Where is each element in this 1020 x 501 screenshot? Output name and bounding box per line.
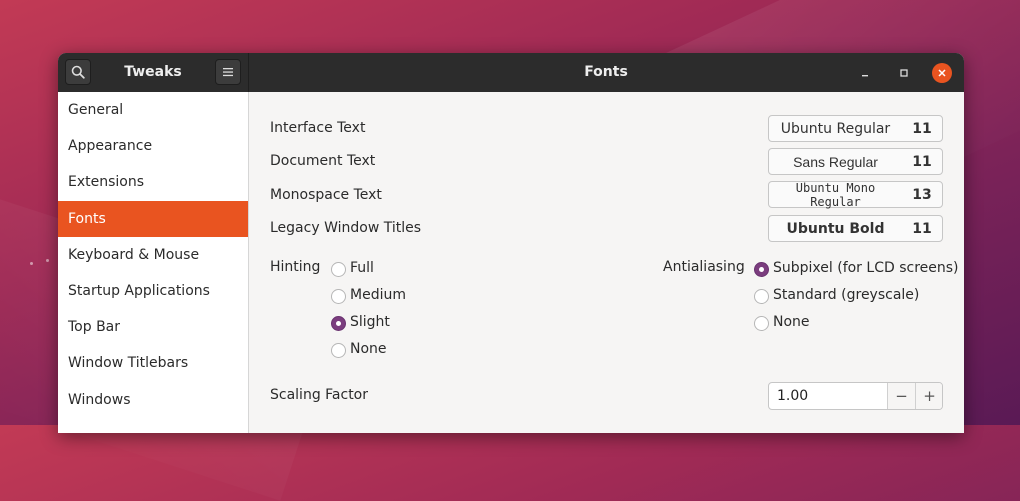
hinting-none-label[interactable]: None bbox=[350, 341, 387, 357]
legacy-window-titles-label: Legacy Window Titles bbox=[270, 220, 422, 236]
hinting-medium-radio[interactable] bbox=[331, 289, 346, 304]
sidebar-item-top-bar[interactable]: Top Bar bbox=[58, 309, 248, 345]
monospace-font-size: 13 bbox=[912, 186, 932, 203]
hinting-full-radio[interactable] bbox=[331, 262, 346, 277]
hamburger-menu-icon bbox=[223, 68, 233, 77]
search-icon bbox=[71, 65, 85, 79]
app-title: Tweaks bbox=[124, 64, 182, 80]
antialiasing-standard-radio[interactable] bbox=[754, 289, 769, 304]
sidebar-item-keyboard-mouse[interactable]: Keyboard & Mouse bbox=[58, 237, 248, 273]
hinting-none-radio[interactable] bbox=[331, 343, 346, 358]
antialiasing-none-label[interactable]: None bbox=[773, 314, 810, 330]
minimize-icon bbox=[862, 75, 868, 77]
sidebar: General Appearance Extensions Fonts Keyb… bbox=[58, 92, 249, 433]
monospace-text-label: Monospace Text bbox=[270, 187, 382, 203]
title-bar: Tweaks Fonts bbox=[58, 53, 964, 93]
document-font-name: Sans Regular bbox=[793, 153, 878, 170]
hinting-slight-label[interactable]: Slight bbox=[350, 314, 390, 330]
maximize-button[interactable] bbox=[894, 63, 914, 83]
scaling-factor-label: Scaling Factor bbox=[270, 387, 369, 403]
close-button[interactable] bbox=[932, 63, 952, 83]
hinting-full-label[interactable]: Full bbox=[350, 260, 374, 276]
sidebar-item-general[interactable]: General bbox=[58, 92, 248, 128]
antialiasing-subpixel-label[interactable]: Subpixel (for LCD screens) bbox=[773, 260, 959, 276]
wallpaper-dot bbox=[30, 262, 33, 265]
maximize-icon bbox=[900, 69, 908, 77]
sidebar-item-window-titlebars[interactable]: Window Titlebars bbox=[58, 345, 248, 381]
sidebar-item-extensions[interactable]: Extensions bbox=[58, 164, 248, 200]
antialiasing-label: Antialiasing bbox=[663, 259, 745, 275]
interface-font-size: 11 bbox=[912, 120, 932, 137]
hinting-medium-label[interactable]: Medium bbox=[350, 287, 406, 303]
legacy-font-size: 11 bbox=[912, 220, 932, 237]
antialiasing-subpixel-radio[interactable] bbox=[754, 262, 769, 277]
monospace-font-button[interactable]: Ubuntu Mono Regular 13 bbox=[768, 180, 943, 209]
legacy-font-name: Ubuntu Bold bbox=[786, 220, 885, 237]
sidebar-header: Tweaks bbox=[58, 53, 249, 92]
search-button[interactable] bbox=[65, 59, 91, 85]
sidebar-item-appearance[interactable]: Appearance bbox=[58, 128, 248, 164]
antialiasing-none-radio[interactable] bbox=[754, 316, 769, 331]
monospace-font-name: Ubuntu Mono Regular bbox=[795, 180, 876, 209]
document-text-label: Document Text bbox=[270, 153, 376, 169]
scaling-factor-spinbutton[interactable]: 1.00 − + bbox=[768, 382, 943, 410]
document-font-size: 11 bbox=[912, 153, 932, 170]
fonts-panel: Interface Text Ubuntu Regular 11 Documen… bbox=[249, 92, 964, 433]
sidebar-item-windows[interactable]: Windows bbox=[58, 382, 248, 418]
tweaks-window: Tweaks Fonts General Appearance Extensio… bbox=[58, 53, 964, 433]
menu-button[interactable] bbox=[215, 59, 241, 85]
hinting-slight-radio[interactable] bbox=[331, 316, 346, 331]
decrement-button[interactable]: − bbox=[887, 383, 915, 409]
hinting-label: Hinting bbox=[270, 259, 321, 275]
legacy-font-button[interactable]: Ubuntu Bold 11 bbox=[768, 215, 943, 242]
antialiasing-standard-label[interactable]: Standard (greyscale) bbox=[773, 287, 919, 303]
close-icon bbox=[938, 69, 946, 77]
interface-font-name: Ubuntu Regular bbox=[780, 120, 891, 137]
sidebar-item-startup-applications[interactable]: Startup Applications bbox=[58, 273, 248, 309]
scaling-factor-value[interactable]: 1.00 bbox=[777, 383, 808, 409]
minimize-button[interactable] bbox=[855, 63, 875, 83]
document-font-button[interactable]: Sans Regular 11 bbox=[768, 148, 943, 175]
interface-text-label: Interface Text bbox=[270, 120, 366, 136]
increment-button[interactable]: + bbox=[915, 383, 942, 409]
wallpaper-dot bbox=[46, 259, 49, 262]
sidebar-item-fonts[interactable]: Fonts bbox=[58, 200, 248, 237]
interface-font-button[interactable]: Ubuntu Regular 11 bbox=[768, 115, 943, 142]
